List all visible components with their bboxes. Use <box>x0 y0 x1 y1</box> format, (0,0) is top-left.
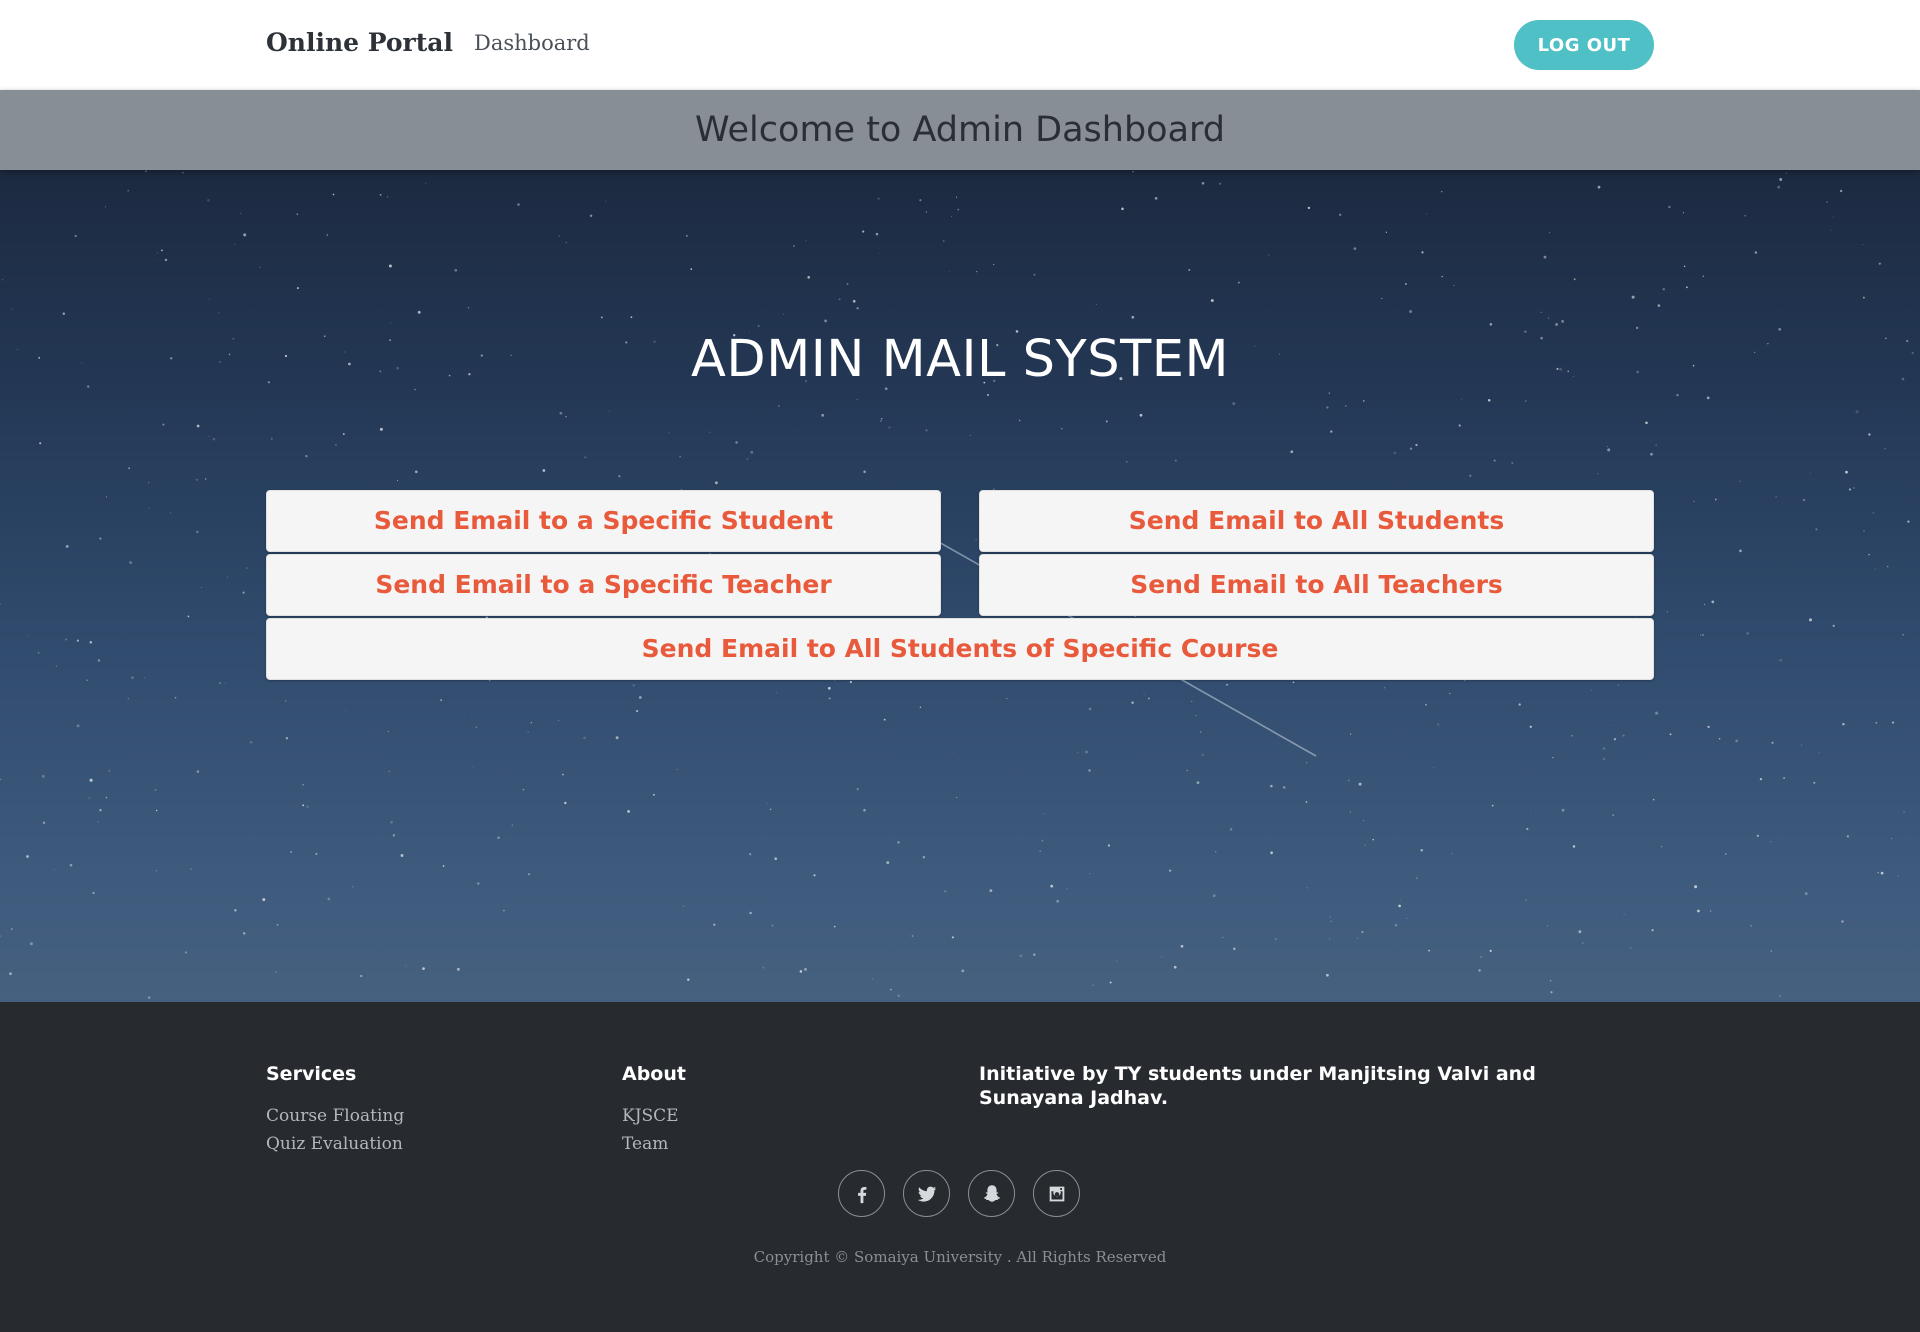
footer-services-column: Services Course Floating Quiz Evaluation <box>266 1062 404 1158</box>
footer-about-heading: About <box>622 1063 686 1085</box>
footer-link-kjsce[interactable]: KJSCE <box>622 1106 679 1126</box>
welcome-banner: Welcome to Admin Dashboard <box>0 90 1920 170</box>
snapchat-link[interactable] <box>968 1170 1015 1217</box>
logout-button[interactable]: LOG OUT <box>1514 20 1654 70</box>
footer-services-list: Course Floating Quiz Evaluation <box>266 1102 404 1158</box>
instagram-icon <box>1049 1186 1064 1201</box>
send-email-specific-student-button[interactable]: Send Email to a Specific Student <box>266 490 941 552</box>
top-navbar: Online Portal Dashboard LOG OUT <box>0 0 1920 90</box>
send-email-all-teachers-button[interactable]: Send Email to All Teachers <box>979 554 1654 616</box>
twitter-icon <box>917 1186 936 1202</box>
footer-about-column: About KJSCE Team <box>622 1062 686 1158</box>
footer-link-course-floating[interactable]: Course Floating <box>266 1106 404 1126</box>
footer-about-list: KJSCE Team <box>622 1102 686 1158</box>
twitter-link[interactable] <box>903 1170 950 1217</box>
mail-system-title: ADMIN MAIL SYSTEM <box>691 330 1229 389</box>
footer-services-heading: Services <box>266 1063 357 1085</box>
footer: Services Course Floating Quiz Evaluation… <box>0 1002 1920 1332</box>
welcome-title: Welcome to Admin Dashboard <box>694 110 1226 150</box>
send-email-specific-teacher-button[interactable]: Send Email to a Specific Teacher <box>266 554 941 616</box>
send-email-all-students-button[interactable]: Send Email to All Students <box>979 490 1654 552</box>
footer-initiative-text: Initiative by TY students under Manjitsi… <box>979 1063 1536 1109</box>
send-email-course-students-button[interactable]: Send Email to All Students of Specific C… <box>266 618 1654 680</box>
brand-logo-text[interactable]: Online Portal <box>266 28 453 57</box>
footer-link-team[interactable]: Team <box>622 1134 668 1154</box>
snapchat-icon <box>983 1184 1000 1202</box>
facebook-icon <box>857 1186 866 1203</box>
footer-initiative-column: Initiative by TY students under Manjitsi… <box>979 1062 1619 1126</box>
footer-link-quiz-evaluation[interactable]: Quiz Evaluation <box>266 1134 403 1154</box>
social-links <box>838 1170 1082 1218</box>
facebook-link[interactable] <box>838 1170 885 1217</box>
nav-link-dashboard[interactable]: Dashboard <box>474 31 590 55</box>
instagram-link[interactable] <box>1033 1170 1080 1217</box>
copyright-text: Copyright © Somaiya University . All Rig… <box>753 1248 1167 1266</box>
hero-section: ADMIN MAIL SYSTEM Send Email to a Specif… <box>0 170 1920 1002</box>
